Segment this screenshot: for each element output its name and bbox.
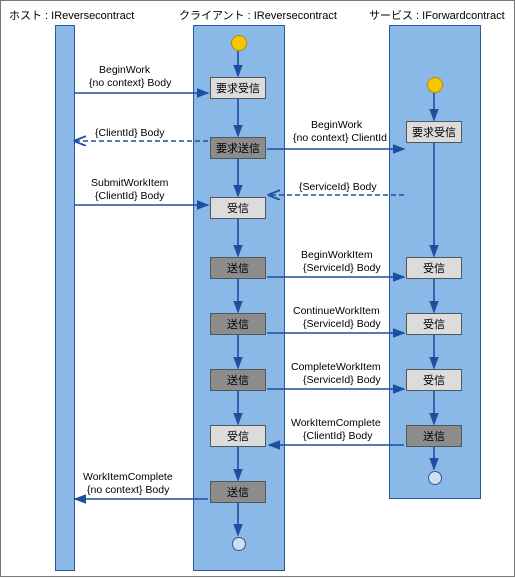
msg-clientid-body: {ClientId} Body [95,127,164,140]
msg-workitemcomplete-hx: {no context} Body [87,484,169,497]
msg-beginworkitem-x: {ServiceId} Body [303,262,381,275]
msg-workitemcomplete-x: {ClientId} Body [303,430,372,443]
client-box-2: 要求送信 [210,137,266,159]
msg-beginworkitem: BeginWorkItem [301,249,373,262]
start-icon [427,77,443,93]
msg-continueworkitem: ContinueWorkItem [293,305,380,318]
client-box-8: 送信 [210,481,266,503]
msg-workitemcomplete: WorkItemComplete [291,417,381,430]
msg-workitemcomplete-h: WorkItemComplete [83,471,173,484]
service-box-4: 受信 [406,369,462,391]
msg-submit-ctx: {ClientId} Body [95,190,164,203]
sequence-diagram: ホスト : IReversecontract クライアント : IReverse… [0,0,515,577]
msg-continueworkitem-x: {ServiceId} Body [303,318,381,331]
msg-submitworkitem: SubmitWorkItem [91,177,168,190]
msg-serviceid-body: {ServiceId} Body [299,181,377,194]
msg-beginwork-s: BeginWork [311,119,362,132]
client-box-1: 要求受信 [210,77,266,99]
client-box-4: 送信 [210,257,266,279]
service-box-3: 受信 [406,313,462,335]
service-box-1: 要求受信 [406,121,462,143]
end-icon [428,471,442,485]
msg-completeworkitem: CompleteWorkItem [291,361,381,374]
header-host: ホスト : IReversecontract [9,7,134,23]
start-icon [231,35,247,51]
service-box-2: 受信 [406,257,462,279]
service-box-5: 送信 [406,425,462,447]
client-box-6: 送信 [210,369,266,391]
header-service: サービス : IForwardcontract [369,7,505,23]
msg-beginwork-sx: {no context} ClientId [293,132,387,145]
client-box-3: 受信 [210,197,266,219]
client-box-5: 送信 [210,313,266,335]
end-icon [232,537,246,551]
lifeline-host [55,25,75,571]
header-client: クライアント : IReversecontract [179,7,337,23]
msg-beginwork: BeginWork [99,64,150,77]
msg-beginwork-ctx: {no context} Body [89,77,171,90]
msg-completeworkitem-x: {ServiceId} Body [303,374,381,387]
client-box-7: 受信 [210,425,266,447]
